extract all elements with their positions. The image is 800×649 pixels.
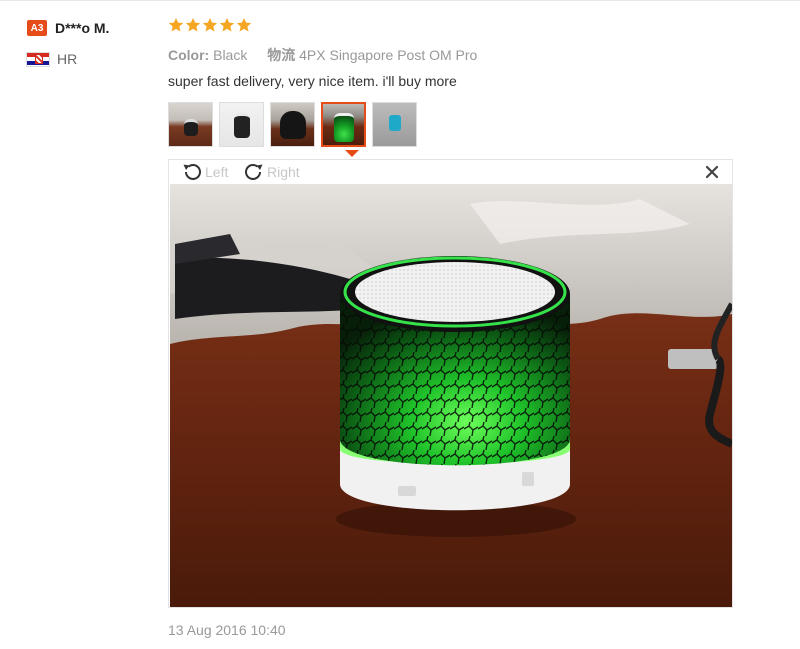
rotate-right-label: Right	[267, 164, 300, 180]
review-photo	[170, 184, 732, 607]
reviewer-name: D***o M.	[55, 20, 110, 36]
star-icon	[236, 18, 252, 32]
photo-thumbnail[interactable]	[372, 102, 417, 147]
review-photo-thumbnails	[168, 102, 417, 147]
logistics-value: 4PX Singapore Post OM Pro	[299, 47, 478, 63]
reviewer-name-row: A3 D***o M.	[27, 18, 157, 38]
review-text: super fast delivery, very nice item. i'l…	[168, 73, 457, 89]
star-icon	[168, 18, 184, 32]
rotate-right-icon	[245, 163, 263, 180]
close-icon[interactable]	[704, 164, 720, 180]
photo-thumbnail-selected[interactable]	[321, 102, 366, 147]
rotate-left-icon	[183, 163, 201, 180]
star-icon	[219, 18, 235, 32]
logistics-label: 物流	[267, 47, 296, 63]
star-icon	[202, 18, 218, 32]
reviewer-country: HR	[27, 50, 157, 68]
rotate-left-label: Left	[205, 164, 229, 180]
photo-thumbnail[interactable]	[219, 102, 264, 147]
country-code: HR	[57, 51, 78, 67]
croatia-flag-icon	[27, 52, 49, 66]
star-icon	[185, 18, 201, 32]
color-value: Black	[213, 47, 248, 63]
photo-viewer: Left Right	[168, 159, 733, 608]
rotate-left-button[interactable]: Left	[180, 161, 228, 183]
star-rating	[168, 17, 252, 33]
photo-thumbnail[interactable]	[168, 102, 213, 147]
rotate-right-button[interactable]: Right	[242, 161, 300, 183]
buyer-level-badge: A3	[27, 20, 47, 36]
reviewer-info: A3 D***o M. HR	[27, 18, 157, 68]
order-attributes: Color: Black 物流 4PX Singapore Post OM Pr…	[168, 45, 493, 65]
photo-thumbnail[interactable]	[270, 102, 315, 147]
review-date: 13 Aug 2016 10:40	[168, 622, 286, 638]
viewer-toolbar: Left Right	[169, 160, 732, 184]
selected-thumbnail-indicator	[345, 150, 359, 157]
color-label: Color:	[168, 47, 210, 63]
top-divider	[0, 0, 800, 1]
